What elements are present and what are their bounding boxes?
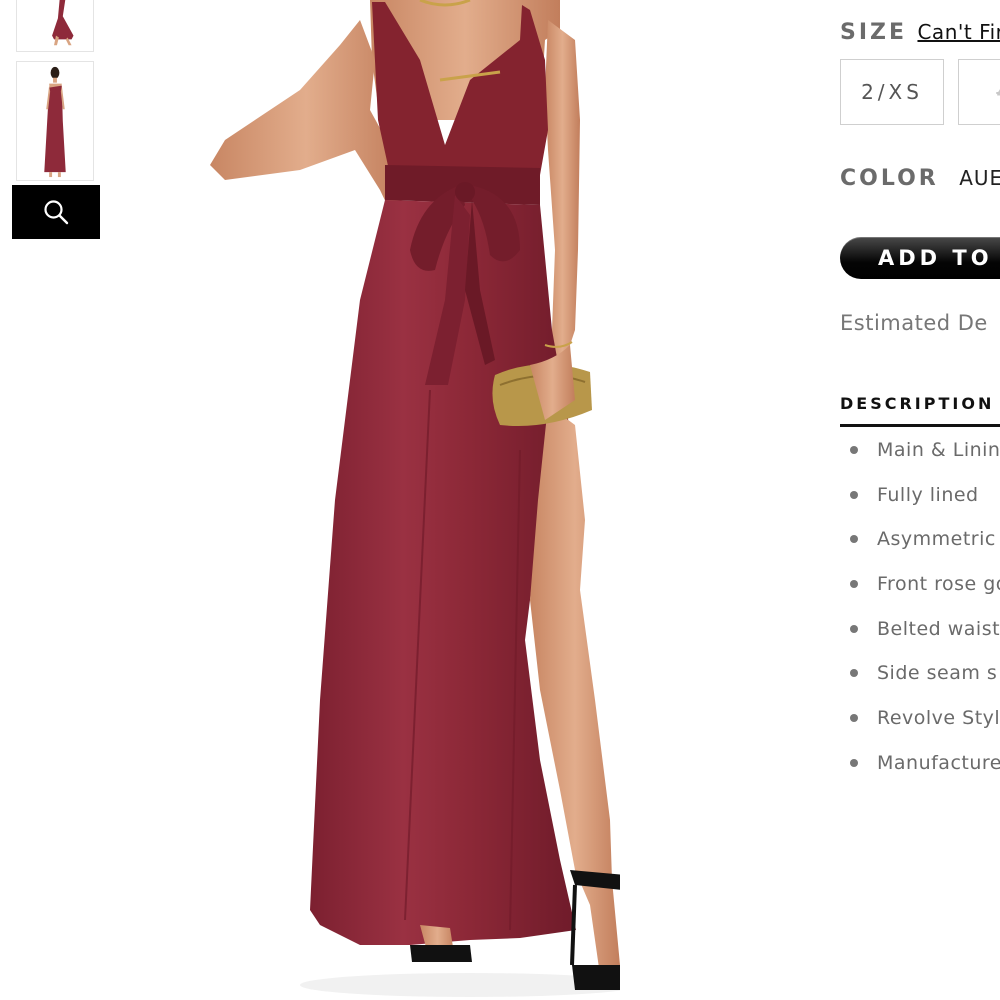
product-page: SIZE Can't Fir 2/XS 4/ COLOR AUE ADD TO …: [0, 0, 1000, 1000]
size-guide-link[interactable]: Can't Fir: [917, 20, 1000, 44]
product-info-panel: SIZE Can't Fir 2/XS 4/ COLOR AUE ADD TO …: [840, 0, 1000, 1000]
zoom-button[interactable]: [12, 185, 100, 239]
thumbnail-back-image: [17, 62, 93, 180]
description-item-text: Main & Linin: [877, 439, 1000, 461]
bullet-icon: [850, 580, 858, 589]
description-list: Main & Linin Fully lined Asymmetric Fron…: [840, 430, 1000, 788]
thumbnail-front-image: [17, 0, 93, 51]
size-option-4-unavailable[interactable]: 4/: [958, 59, 1000, 125]
description-item-text: Front rose go: [877, 573, 1000, 596]
model-wearing-dress: [190, 0, 620, 1000]
description-tab[interactable]: DESCRIPTION: [840, 394, 994, 413]
bullet-icon: [850, 758, 858, 767]
description-item: Side seam s: [840, 653, 1000, 698]
color-label: COLOR: [840, 166, 939, 191]
bullet-icon: [850, 446, 858, 454]
description-item: Asymmetric: [840, 519, 1000, 564]
description-item: Belted waist: [840, 609, 1000, 654]
size-label: SIZE: [840, 20, 908, 45]
thumbnail-front[interactable]: [16, 0, 94, 52]
description-item-text: Revolve Style: [877, 707, 1000, 730]
thumbnail-back[interactable]: [16, 61, 94, 181]
description-tab-underline: [840, 424, 1000, 427]
description-item: Manufacture: [840, 743, 1000, 788]
bullet-icon: [850, 624, 858, 633]
description-item-text: Side seam s: [877, 662, 998, 685]
bullet-icon: [850, 714, 858, 723]
bullet-icon: [850, 669, 858, 678]
estimated-delivery-text: Estimated De: [840, 311, 988, 335]
color-row: COLOR AUE: [840, 166, 1000, 191]
description-item-text: Belted waist: [877, 617, 1000, 640]
description-item: Fully lined: [840, 475, 1000, 520]
description-item: Front rose go: [840, 564, 1000, 609]
bullet-icon: [850, 535, 858, 544]
main-product-image[interactable]: [190, 0, 620, 1000]
size-row: SIZE Can't Fir: [840, 20, 1000, 45]
bullet-icon: [850, 490, 858, 499]
add-to-bag-button[interactable]: ADD TO: [840, 237, 1000, 279]
description-item-text: Fully lined: [877, 483, 979, 506]
size-option-2xs[interactable]: 2/XS: [840, 59, 944, 125]
color-value: AUE: [959, 166, 1000, 190]
description-item-text: Manufacture: [877, 751, 1000, 774]
description-item: Revolve Style: [840, 698, 1000, 743]
search-icon: [44, 200, 69, 225]
description-item-text: Asymmetric: [877, 528, 996, 551]
description-item: Main & Linin: [840, 430, 1000, 475]
